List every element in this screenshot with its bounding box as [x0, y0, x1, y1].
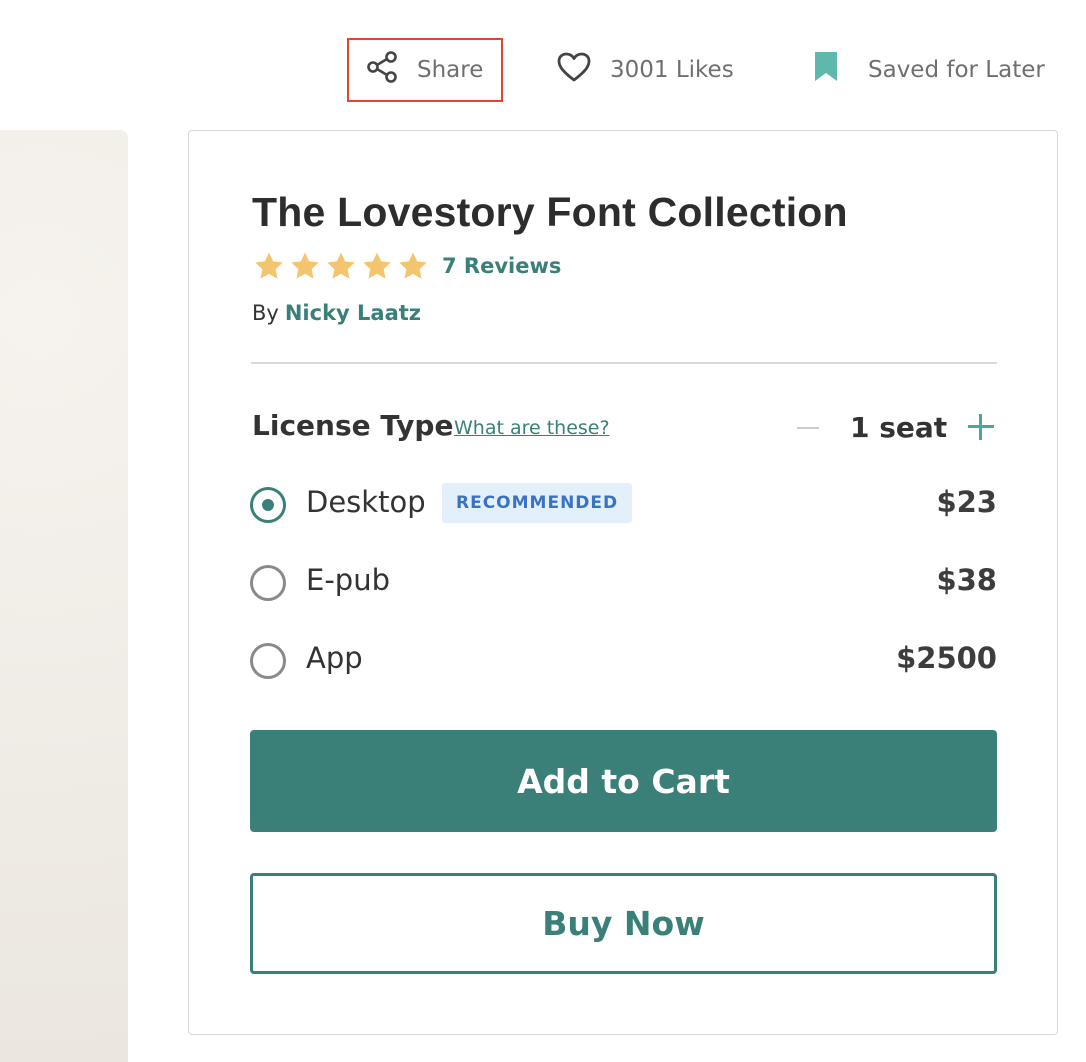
share-icon	[365, 50, 399, 90]
radio-app[interactable]	[250, 643, 286, 679]
share-button[interactable]: Share	[347, 38, 503, 102]
buy-now-button[interactable]: Buy Now	[250, 873, 997, 974]
share-label: Share	[417, 57, 484, 83]
license-price: $2500	[896, 641, 997, 675]
star-icon	[396, 249, 430, 283]
rating: 7 Reviews	[252, 249, 561, 283]
product-purchase-card: The Lovestory Font Collection 7 Reviews …	[188, 130, 1058, 1035]
seat-increment-button[interactable]	[965, 411, 997, 443]
star-icon	[288, 249, 322, 283]
seat-decrement-button[interactable]	[797, 427, 819, 429]
license-option-app[interactable]: App $2500	[250, 639, 997, 683]
radio-desktop[interactable]	[250, 487, 286, 523]
author-link[interactable]: Nicky Laatz	[285, 301, 421, 325]
license-option-label: App	[306, 641, 363, 675]
license-type-row: License Type What are these? 1 seat	[252, 409, 997, 449]
star-icon	[252, 249, 286, 283]
license-price: $38	[936, 563, 997, 597]
add-to-cart-button[interactable]: Add to Cart	[250, 730, 997, 832]
save-for-later-button[interactable]: Saved for Later	[812, 38, 1045, 102]
like-button[interactable]: 3001 Likes	[556, 38, 734, 102]
divider	[251, 362, 997, 364]
license-option-label: Desktop	[306, 485, 426, 519]
product-title: The Lovestory Font Collection	[252, 189, 848, 235]
license-option-label: E-pub	[306, 563, 390, 597]
recommended-badge: RECOMMENDED	[442, 483, 633, 523]
product-action-bar: Share 3001 Likes Saved for Later	[0, 38, 1086, 102]
by-label: By	[252, 301, 279, 325]
heart-icon	[556, 51, 592, 89]
license-price: $23	[936, 485, 997, 519]
byline: By Nicky Laatz	[252, 301, 421, 325]
product-preview-image	[0, 130, 128, 1062]
likes-count: 3001 Likes	[610, 57, 734, 83]
seat-count: 1 seat	[850, 411, 948, 444]
license-type-label: License Type	[252, 409, 454, 442]
radio-epub[interactable]	[250, 565, 286, 601]
star-icon	[360, 249, 394, 283]
reviews-link[interactable]: 7 Reviews	[442, 254, 561, 278]
saved-label: Saved for Later	[868, 57, 1045, 83]
bookmark-icon	[812, 50, 840, 90]
license-help-link[interactable]: What are these?	[454, 417, 610, 439]
star-icon	[324, 249, 358, 283]
license-option-desktop[interactable]: Desktop RECOMMENDED $23	[250, 483, 997, 527]
license-option-epub[interactable]: E-pub $38	[250, 561, 997, 605]
